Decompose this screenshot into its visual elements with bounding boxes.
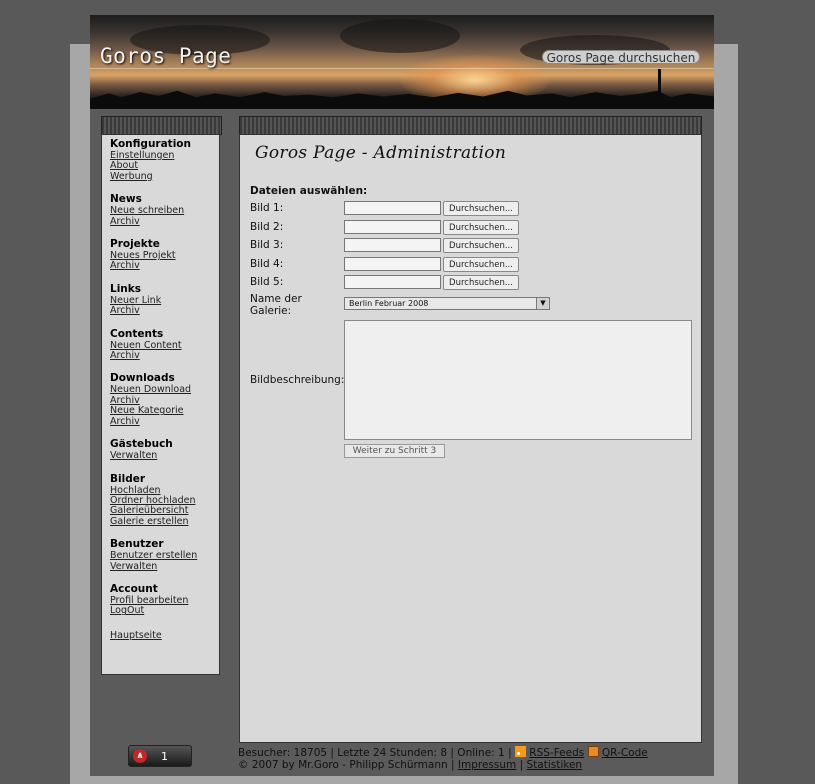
file-label-3: Bild 3: bbox=[250, 239, 284, 251]
nav-group-title: Contents bbox=[110, 327, 164, 340]
statistiken-link[interactable]: Statistiken bbox=[527, 759, 583, 771]
nav-group-benutzer: Benutzer Benutzer erstellen Verwalten bbox=[110, 538, 211, 572]
nav-link-logout[interactable]: LogOut bbox=[110, 605, 211, 616]
sidebar-header-bar bbox=[101, 116, 222, 135]
file-label-4: Bild 4: bbox=[250, 258, 284, 270]
browse-button-1[interactable]: Durchsuchen... bbox=[443, 201, 519, 216]
site-title: Goros Page bbox=[100, 44, 232, 68]
footer-copyright-line: © 2007 by Mr.Goro - Philipp Schürmann | … bbox=[238, 759, 648, 771]
nav-group-projekte: Projekte Neues Projekt Archiv bbox=[110, 238, 211, 272]
nav-group-title: Links bbox=[110, 282, 141, 295]
file-input-2[interactable] bbox=[344, 220, 441, 234]
file-input-3[interactable] bbox=[344, 238, 441, 252]
form-heading: Dateien auswählen: bbox=[250, 185, 368, 197]
next-step-button[interactable]: Weiter zu Schritt 3 bbox=[344, 444, 445, 458]
nav-group-bilder: Bilder Hochladen Ordner hochladen Galeri… bbox=[110, 473, 211, 528]
nav-link-kategorie-archiv[interactable]: Archiv bbox=[110, 416, 211, 427]
nav-group-konfiguration: Konfiguration Einstellungen About Werbun… bbox=[110, 138, 211, 182]
nav-link-gaestebuch-verwalten[interactable]: Verwalten bbox=[110, 450, 211, 461]
nav-group-title: Bilder bbox=[110, 472, 146, 485]
nav-link-projekte-archiv[interactable]: Archiv bbox=[110, 261, 211, 272]
description-label: Bildbeschreibung: bbox=[250, 374, 345, 386]
footer-stats: Besucher: 18705 | Letzte 24 Stunden: 8 |… bbox=[238, 747, 512, 759]
file-label-5: Bild 5: bbox=[250, 276, 284, 288]
browse-button-3[interactable]: Durchsuchen... bbox=[443, 238, 519, 253]
file-input-4[interactable] bbox=[344, 257, 441, 271]
gallery-label: Name der Galerie: bbox=[250, 293, 302, 317]
copyright-text: © 2007 by Mr.Goro - Philipp Schürmann | bbox=[238, 759, 455, 771]
nav-link-links-archiv[interactable]: Archiv bbox=[110, 305, 211, 316]
browse-button-5[interactable]: Durchsuchen... bbox=[443, 275, 519, 290]
file-label-1: Bild 1: bbox=[250, 202, 284, 214]
nav-link-news-archiv[interactable]: Archiv bbox=[110, 216, 211, 227]
cloud-shape bbox=[340, 19, 460, 53]
visitor-counter-badge[interactable]: ∧ 1 bbox=[128, 745, 192, 767]
chevron-down-icon[interactable]: ▼ bbox=[536, 298, 549, 309]
file-input-1[interactable] bbox=[344, 201, 441, 215]
nav-link-hauptseite[interactable]: Hauptseite bbox=[110, 630, 211, 641]
gallery-label-line2: Galerie: bbox=[250, 305, 292, 317]
nav-group-downloads: Downloads Neuen Download Archiv Neue Kat… bbox=[110, 372, 211, 427]
file-label-2: Bild 2: bbox=[250, 221, 284, 233]
site-search-button[interactable]: Goros Page durchsuchen bbox=[542, 50, 700, 65]
nav-group-contents: Contents Neuen Content Archiv bbox=[110, 328, 211, 362]
browse-button-2[interactable]: Durchsuchen... bbox=[443, 220, 519, 235]
file-input-5[interactable] bbox=[344, 275, 441, 289]
nav-group-links: Links Neuer Link Archiv bbox=[110, 283, 211, 317]
nav-group-gaestebuch: Gästebuch Verwalten bbox=[110, 438, 211, 461]
nav-link-benutzer-erstellen[interactable]: Benutzer erstellen bbox=[110, 550, 211, 561]
nav-group-account: Account Profil bearbeiten LogOut bbox=[110, 583, 211, 617]
nav-link-benutzer-verwalten[interactable]: Verwalten bbox=[110, 561, 211, 572]
footer: Besucher: 18705 | Letzte 24 Stunden: 8 |… bbox=[238, 746, 648, 771]
impressum-link[interactable]: Impressum bbox=[458, 759, 516, 771]
nav-group-title: Account bbox=[110, 582, 158, 595]
admin-sidebar: Konfiguration Einstellungen About Werbun… bbox=[101, 134, 220, 675]
description-textarea[interactable] bbox=[344, 320, 692, 440]
browse-button-4[interactable]: Durchsuchen... bbox=[443, 257, 519, 272]
main-header-bar bbox=[239, 116, 702, 135]
qr-code-icon bbox=[587, 746, 599, 757]
nav-group-news: News Neue schreiben Archiv bbox=[110, 193, 211, 227]
rss-feeds-link[interactable]: RSS-Feeds bbox=[529, 747, 584, 759]
counter-value: 1 bbox=[161, 750, 168, 763]
page-title: Goros Page - Administration bbox=[255, 143, 507, 163]
counter-logo-icon: ∧ bbox=[133, 749, 147, 763]
nav-link-contents-archiv[interactable]: Archiv bbox=[110, 350, 211, 361]
nav-link-galerie-erstellen[interactable]: Galerie erstellen bbox=[110, 516, 211, 527]
qr-code-link[interactable]: QR-Code bbox=[602, 747, 648, 759]
nav-link-werbung[interactable]: Werbung bbox=[110, 171, 211, 182]
footer-separator: | bbox=[519, 759, 524, 771]
gallery-selected-value: Berlin Februar 2008 bbox=[349, 299, 429, 308]
rss-icon bbox=[514, 746, 526, 757]
tower-silhouette bbox=[658, 69, 661, 97]
gallery-label-line1: Name der bbox=[250, 293, 302, 305]
footer-stats-line: Besucher: 18705 | Letzte 24 Stunden: 8 |… bbox=[238, 746, 648, 759]
header-divider bbox=[90, 68, 714, 69]
main-content: Goros Page - Administration Dateien ausw… bbox=[239, 134, 702, 743]
gallery-select[interactable]: Berlin Februar 2008 ▼ bbox=[344, 297, 550, 310]
